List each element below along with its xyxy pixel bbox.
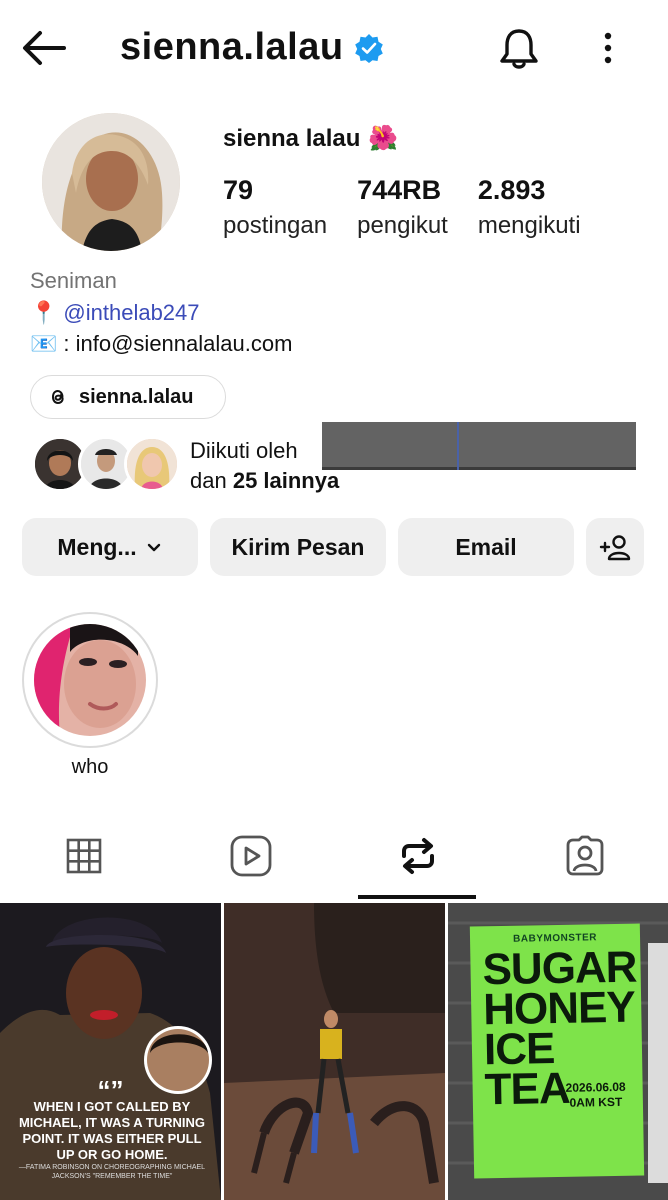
bio-line-location: 📍 @inthelab247: [30, 300, 200, 326]
followed-by-line2: dan 25 lainnya: [190, 466, 339, 496]
send-message-label: Kirim Pesan: [231, 533, 365, 560]
avatar-photo: [42, 113, 180, 251]
poster-date-value: 2026.06.08: [565, 1079, 626, 1095]
profile-display-name: sienna lalau 🌺: [223, 124, 398, 153]
verified-badge-icon: [354, 33, 383, 63]
hibiscus-emoji: 🌺: [368, 125, 399, 152]
post-quote-text: When I got called by Michael, it was a t…: [18, 1099, 206, 1162]
profile-stats: 79 postingan 744RB pengikut 2.893 mengik…: [223, 174, 611, 246]
chevron-down-icon: [147, 543, 160, 552]
threads-profile-chip[interactable]: sienna.lalau: [30, 375, 226, 419]
page-title: sienna.lalau: [120, 26, 384, 69]
stat-value: 744RB: [357, 175, 442, 205]
profile-actions: Meng... Kirim Pesan Email: [22, 518, 644, 576]
bio-threads-link[interactable]: @inthelab247: [63, 300, 199, 326]
followed-by-text[interactable]: Diikuti oleh dan 25 lainnya: [190, 436, 339, 496]
email-emoji: 📧: [30, 331, 58, 356]
display-name-text: sienna lalau: [223, 124, 361, 152]
reels-icon: [230, 835, 271, 877]
bell-icon: [500, 29, 538, 69]
tab-reels[interactable]: [167, 812, 334, 900]
poster-date: 2026.06.08 0AM KST: [553, 1080, 640, 1111]
mutual-avatar: [124, 436, 180, 492]
top-bar: sienna.lalau: [0, 0, 668, 96]
stat-label: pengikut: [357, 212, 448, 239]
posts-count[interactable]: 79 postingan: [223, 174, 327, 246]
tab-tagged[interactable]: [501, 812, 668, 900]
highlight-cover: [34, 624, 146, 736]
followed-by-prefix: Diikuti oleh: [190, 438, 298, 463]
bio-email-text: : info@siennalalau.com: [63, 331, 293, 356]
profile-avatar[interactable]: [42, 113, 180, 251]
story-highlight[interactable]: [22, 612, 158, 748]
back-button[interactable]: [20, 28, 68, 68]
post-thumbnail[interactable]: [224, 903, 445, 1200]
grid-icon: [66, 838, 101, 874]
bio-line-email: 📧 : info@siennalalau.com: [30, 331, 292, 357]
profile-tabs: [0, 812, 668, 900]
pin-emoji: 📍: [30, 300, 58, 325]
followed-by-and: dan: [190, 468, 233, 493]
redaction-bar: [322, 422, 636, 470]
suggest-people-button[interactable]: [586, 518, 644, 576]
email-button[interactable]: Email: [398, 518, 574, 576]
following-count[interactable]: 2.893 mengikuti: [478, 174, 581, 246]
poster-time-value: 0AM KST: [569, 1094, 623, 1110]
username-text: sienna.lalau: [120, 26, 344, 68]
post-thumbnail[interactable]: “” When I got called by Michael, it was …: [0, 903, 221, 1200]
tagged-person-icon: [566, 835, 603, 876]
arrow-left-icon: [23, 31, 66, 65]
active-tab-indicator: [358, 895, 476, 899]
post-grid: “” When I got called by Michael, it was …: [0, 903, 668, 1200]
followers-count[interactable]: 744RB pengikut: [357, 174, 448, 246]
add-person-icon: [599, 535, 631, 561]
threads-handle: sienna.lalau: [79, 385, 194, 408]
highlight-label: who: [71, 756, 109, 778]
more-vertical-icon: [604, 32, 612, 64]
notifications-button[interactable]: [496, 26, 542, 72]
stat-label: postingan: [223, 212, 328, 239]
post-image: [224, 903, 445, 1200]
profile-category: Seniman: [30, 268, 117, 293]
stat-label: mengikuti: [477, 212, 581, 239]
more-options-button[interactable]: [592, 28, 624, 68]
post-thumbnail[interactable]: BABYMONSTER SUGAR HONEY ICE TEA 2026.06.…: [448, 903, 668, 1200]
post-quote-attribution: —Fatima Robinson on choreographing Micha…: [18, 1164, 206, 1180]
following-label: Meng...: [57, 533, 137, 560]
following-button[interactable]: Meng...: [22, 518, 198, 576]
email-label: Email: [455, 533, 517, 560]
mutual-followers-avatars[interactable]: [32, 436, 180, 492]
threads-icon: [51, 389, 64, 405]
poster-artwork: BABYMONSTER SUGAR HONEY ICE TEA 2026.06.…: [469, 923, 645, 1179]
tab-reposts[interactable]: [334, 812, 501, 900]
tab-posts-grid[interactable]: [0, 812, 167, 900]
send-message-button[interactable]: Kirim Pesan: [210, 518, 386, 576]
stat-value: 2.893: [477, 175, 546, 205]
stat-value: 79: [223, 175, 254, 205]
followed-by-count: 25 lainnya: [232, 468, 340, 493]
repost-icon: [401, 838, 434, 874]
